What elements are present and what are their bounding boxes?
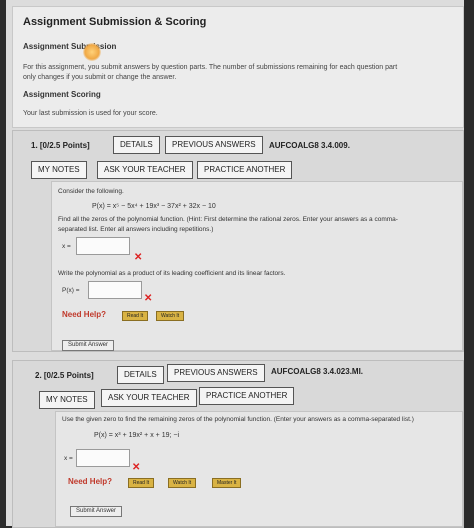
cursor-highlight-icon [83, 43, 101, 61]
details-button[interactable]: DETAILS [113, 136, 160, 154]
instructions-line2: separated list. Enter all answers includ… [58, 226, 214, 233]
scoring-description: Your last submission is used for your sc… [23, 110, 158, 117]
question-2: 2. [0/2.5 Points] DETAILS PREVIOUS ANSWE… [12, 360, 464, 528]
submit-answer-button[interactable]: Submit Answer [70, 506, 123, 517]
practice-another-button[interactable]: PRACTICE ANOTHER [197, 161, 293, 179]
consider-text: Consider the following. [58, 188, 124, 195]
read-it-button[interactable]: Read It [128, 478, 155, 488]
my-notes-button[interactable]: MY NOTES [31, 161, 87, 179]
question-2-body: Use the given zero to find the remaining… [55, 411, 463, 527]
question-1-body: Consider the following. P(x) = x⁵ − 5x⁴ … [51, 181, 463, 351]
details-button[interactable]: DETAILS [117, 366, 164, 384]
factored-answer-input[interactable] [88, 281, 142, 299]
previous-answers-button[interactable]: PREVIOUS ANSWERS [165, 136, 263, 154]
need-help-label: Need Help? [68, 477, 113, 486]
incorrect-icon: ✕ [134, 252, 143, 263]
need-help-label: Need Help? [62, 310, 107, 319]
polynomial: P(x) = x³ + 19x² + x + 19; −i [94, 432, 180, 439]
write-instructions: Write the polynomial as a product of its… [58, 270, 286, 277]
watch-it-button[interactable]: Watch It [168, 478, 197, 488]
instructions-line1: Find all the zeros of the polynomial fun… [58, 216, 398, 223]
submission-scoring-panel: Assignment Submission & Scoring Assignme… [12, 6, 464, 128]
read-it-button[interactable]: Read It [122, 311, 149, 321]
incorrect-icon: ✕ [132, 462, 141, 473]
zeros-answer-input[interactable] [76, 237, 130, 255]
ask-teacher-button[interactable]: ASK YOUR TEACHER [101, 389, 197, 407]
polynomial: P(x) = x⁵ − 5x⁴ + 19x³ − 37x² + 32x − 10 [92, 203, 216, 210]
question-1: 1. [0/2.5 Points] DETAILS PREVIOUS ANSWE… [12, 130, 464, 352]
question-2-code: AUFCOALG8 3.4.023.MI. [271, 367, 364, 376]
submission-description: For this assignment, you submit answers … [23, 64, 398, 81]
instructions: Use the given zero to find the remaining… [62, 416, 414, 423]
question-1-code: AUFCOALG8 3.4.009. [269, 141, 350, 150]
submit-answer-button[interactable]: Submit Answer [62, 340, 115, 351]
scoring-heading: Assignment Scoring [23, 90, 101, 99]
px-label: P(x) = [62, 287, 80, 294]
practice-another-button[interactable]: PRACTICE ANOTHER [199, 387, 295, 405]
ask-teacher-button[interactable]: ASK YOUR TEACHER [97, 161, 193, 179]
watch-it-button[interactable]: Watch It [156, 311, 185, 321]
x-label: x = [62, 243, 71, 250]
master-it-button[interactable]: Master It [212, 478, 242, 488]
question-2-points: 2. [0/2.5 Points] [35, 371, 94, 380]
previous-answers-button[interactable]: PREVIOUS ANSWERS [167, 364, 265, 382]
zeros-answer-input[interactable] [76, 449, 130, 467]
page-title: Assignment Submission & Scoring [23, 16, 207, 28]
assignment-page: Assignment Submission & Scoring Assignme… [6, 0, 464, 528]
my-notes-button[interactable]: MY NOTES [39, 391, 95, 409]
submission-heading: Assignment Submission [23, 42, 117, 51]
question-1-points: 1. [0/2.5 Points] [31, 141, 90, 150]
x-label: x = [64, 455, 73, 462]
incorrect-icon: ✕ [144, 293, 153, 304]
